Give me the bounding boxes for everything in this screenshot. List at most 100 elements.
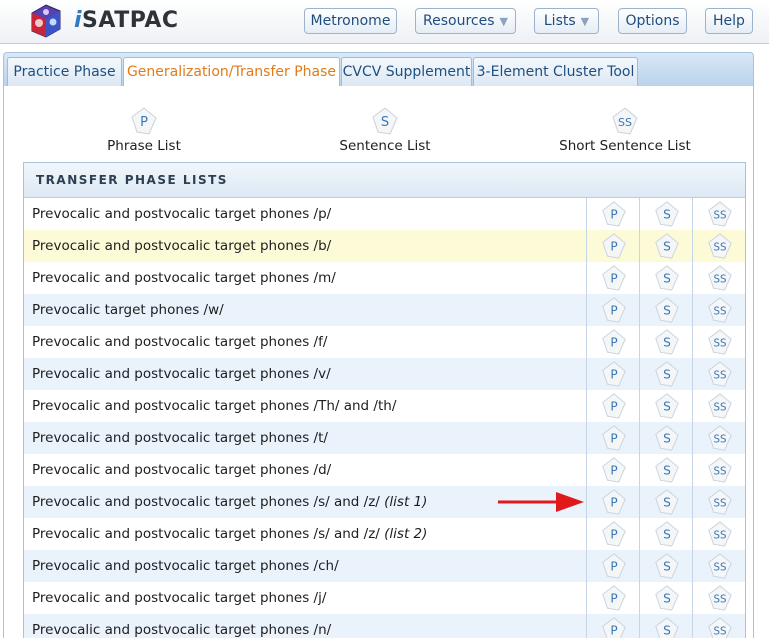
phrase-list-icon-button[interactable]: P [586, 230, 639, 262]
sentence-list-icon-button[interactable]: S [639, 198, 692, 230]
phrase-list-icon-button[interactable]: P [586, 454, 639, 486]
short-sentence-list-icon-button[interactable]: SS [692, 454, 745, 486]
list-title: Prevocalic and postvocalic target phones… [32, 262, 336, 294]
sentence-list-icon-button[interactable]: S [639, 550, 692, 582]
sentence-list-icon-button[interactable]: S [639, 230, 692, 262]
phrase-list-icon-button[interactable]: P [586, 198, 639, 230]
table-row: Prevocalic and postvocalic target phones… [24, 326, 745, 358]
short-sentence-list-icon-button[interactable]: SS [692, 422, 745, 454]
short-sentence-list-icon-button[interactable]: SS [692, 390, 745, 422]
svg-text:SS: SS [713, 210, 726, 222]
list-title: Prevocalic and postvocalic target phones… [32, 358, 331, 390]
sentence-list-icon-button[interactable]: S [639, 294, 692, 326]
sentence-list-icon-button[interactable]: S [639, 390, 692, 422]
short-sentence-list-icon-button[interactable]: SS [692, 358, 745, 390]
list-title-text: Prevocalic and postvocalic target phones… [32, 590, 327, 606]
sentence-list-icon-button[interactable]: S [639, 262, 692, 294]
list-title-text: Prevocalic and postvocalic target phones… [32, 366, 331, 382]
sentence-list-link[interactable]: S Sentence List [305, 106, 465, 154]
short-sentence-list-icon-button[interactable]: SS [692, 230, 745, 262]
short-sentence-list-icon: SS [708, 361, 732, 387]
short-sentence-list-icon-button[interactable]: SS [692, 326, 745, 358]
phrase-list-icon-button[interactable]: P [586, 422, 639, 454]
svg-text:SS: SS [713, 274, 726, 286]
table-row: Prevocalic and postvocalic target phones… [24, 454, 745, 486]
tab-cvcv-supplement[interactable]: CVCV Supplement [341, 57, 472, 87]
phrase-list-icon-button[interactable]: P [586, 550, 639, 582]
tab-practice-phase[interactable]: Practice Phase [7, 57, 122, 87]
sentence-list-icon-button[interactable]: S [639, 358, 692, 390]
sentence-list-icon: S [655, 521, 679, 547]
phase-tab-bar: Practice Phase Generalization/Transfer P… [3, 52, 754, 88]
phrase-list-icon-button[interactable]: P [586, 582, 639, 614]
short-sentence-list-icon-button[interactable]: SS [692, 262, 745, 294]
phrase-list-icon-button[interactable]: P [586, 614, 639, 638]
short-sentence-list-icon: SS [708, 553, 732, 579]
help-button[interactable]: Help [705, 8, 753, 34]
svg-text:S: S [663, 400, 671, 414]
svg-text:SS: SS [713, 370, 726, 382]
sentence-list-icon-button[interactable]: S [639, 422, 692, 454]
list-title-text: Prevocalic and postvocalic target phones… [32, 398, 397, 414]
svg-text:P: P [610, 272, 617, 286]
sentence-list-icon: S [655, 297, 679, 323]
sentence-list-icon-button[interactable]: S [639, 614, 692, 638]
list-title-text: Prevocalic and postvocalic target phones… [32, 526, 380, 542]
short-sentence-list-icon-button[interactable]: SS [692, 198, 745, 230]
tab-3-element-cluster-tool[interactable]: 3-Element Cluster Tool [473, 57, 638, 87]
phrase-list-icon-button[interactable]: P [586, 326, 639, 358]
list-title: Prevocalic and postvocalic target phones… [32, 198, 331, 230]
svg-text:S: S [663, 272, 671, 286]
phrase-list-icon-button[interactable]: P [586, 390, 639, 422]
lists-button[interactable]: Lists ▼ [534, 8, 599, 34]
table-row: Prevocalic and postvocalic target phones… [24, 390, 745, 422]
phrase-list-icon: P [602, 233, 626, 259]
short-sentence-list-icon-button[interactable]: SS [692, 550, 745, 582]
list-note: (list 2) [384, 526, 428, 542]
sentence-list-icon-button[interactable]: S [639, 454, 692, 486]
short-sentence-list-icon-button[interactable]: SS [692, 486, 745, 518]
list-title-text: Prevocalic and postvocalic target phones… [32, 334, 328, 350]
lists-button-label: Lists [543, 13, 576, 29]
chevron-down-icon: ▼ [499, 15, 508, 28]
phrase-list-icon-button[interactable]: P [586, 518, 639, 550]
tab-generalization-transfer-phase[interactable]: Generalization/Transfer Phase [123, 57, 340, 88]
short-sentence-list-icon-button[interactable]: SS [692, 582, 745, 614]
phrase-list-icon-button[interactable]: P [586, 294, 639, 326]
short-sentence-list-link[interactable]: SS Short Sentence List [545, 106, 705, 154]
phrase-list-icon-button[interactable]: P [586, 262, 639, 294]
sentence-list-icon: S [370, 106, 400, 136]
table-row: Prevocalic target phones /w/P S SS [24, 294, 745, 326]
sentence-list-icon-button[interactable]: S [639, 582, 692, 614]
resources-button[interactable]: Resources ▼ [415, 8, 516, 34]
metronome-button[interactable]: Metronome [304, 8, 397, 34]
short-sentence-list-icon-button[interactable]: SS [692, 518, 745, 550]
svg-text:SS: SS [713, 338, 726, 350]
options-button[interactable]: Options [618, 8, 687, 34]
table-row: Prevocalic and postvocalic target phones… [24, 230, 745, 262]
phrase-list-icon: P [602, 553, 626, 579]
list-title: Prevocalic target phones /w/ [32, 294, 224, 326]
phrase-list-icon-button[interactable]: P [586, 358, 639, 390]
list-note: (list 1) [384, 494, 428, 510]
sentence-list-icon: S [655, 329, 679, 355]
sentence-list-icon-button[interactable]: S [639, 518, 692, 550]
table-row: Prevocalic and postvocalic target phones… [24, 486, 745, 518]
svg-text:S: S [663, 464, 671, 478]
short-sentence-list-icon-button[interactable]: SS [692, 294, 745, 326]
phrase-list-icon: P [129, 106, 159, 136]
list-title: Prevocalic and postvocalic target phones… [32, 486, 427, 518]
sentence-list-icon-button[interactable]: S [639, 486, 692, 518]
sentence-list-icon: S [655, 489, 679, 515]
svg-text:S: S [663, 368, 671, 382]
phrase-list-link[interactable]: P Phrase List [64, 106, 224, 154]
short-sentence-list-icon: SS [708, 425, 732, 451]
short-sentence-list-icon: SS [708, 201, 732, 227]
short-sentence-list-icon-button[interactable]: SS [692, 614, 745, 638]
svg-text:P: P [610, 496, 617, 510]
phrase-list-icon-button[interactable]: P [586, 486, 639, 518]
short-sentence-list-icon: SS [708, 329, 732, 355]
svg-text:SS: SS [618, 116, 632, 129]
tab-label: CVCV Supplement [342, 64, 471, 80]
sentence-list-icon-button[interactable]: S [639, 326, 692, 358]
